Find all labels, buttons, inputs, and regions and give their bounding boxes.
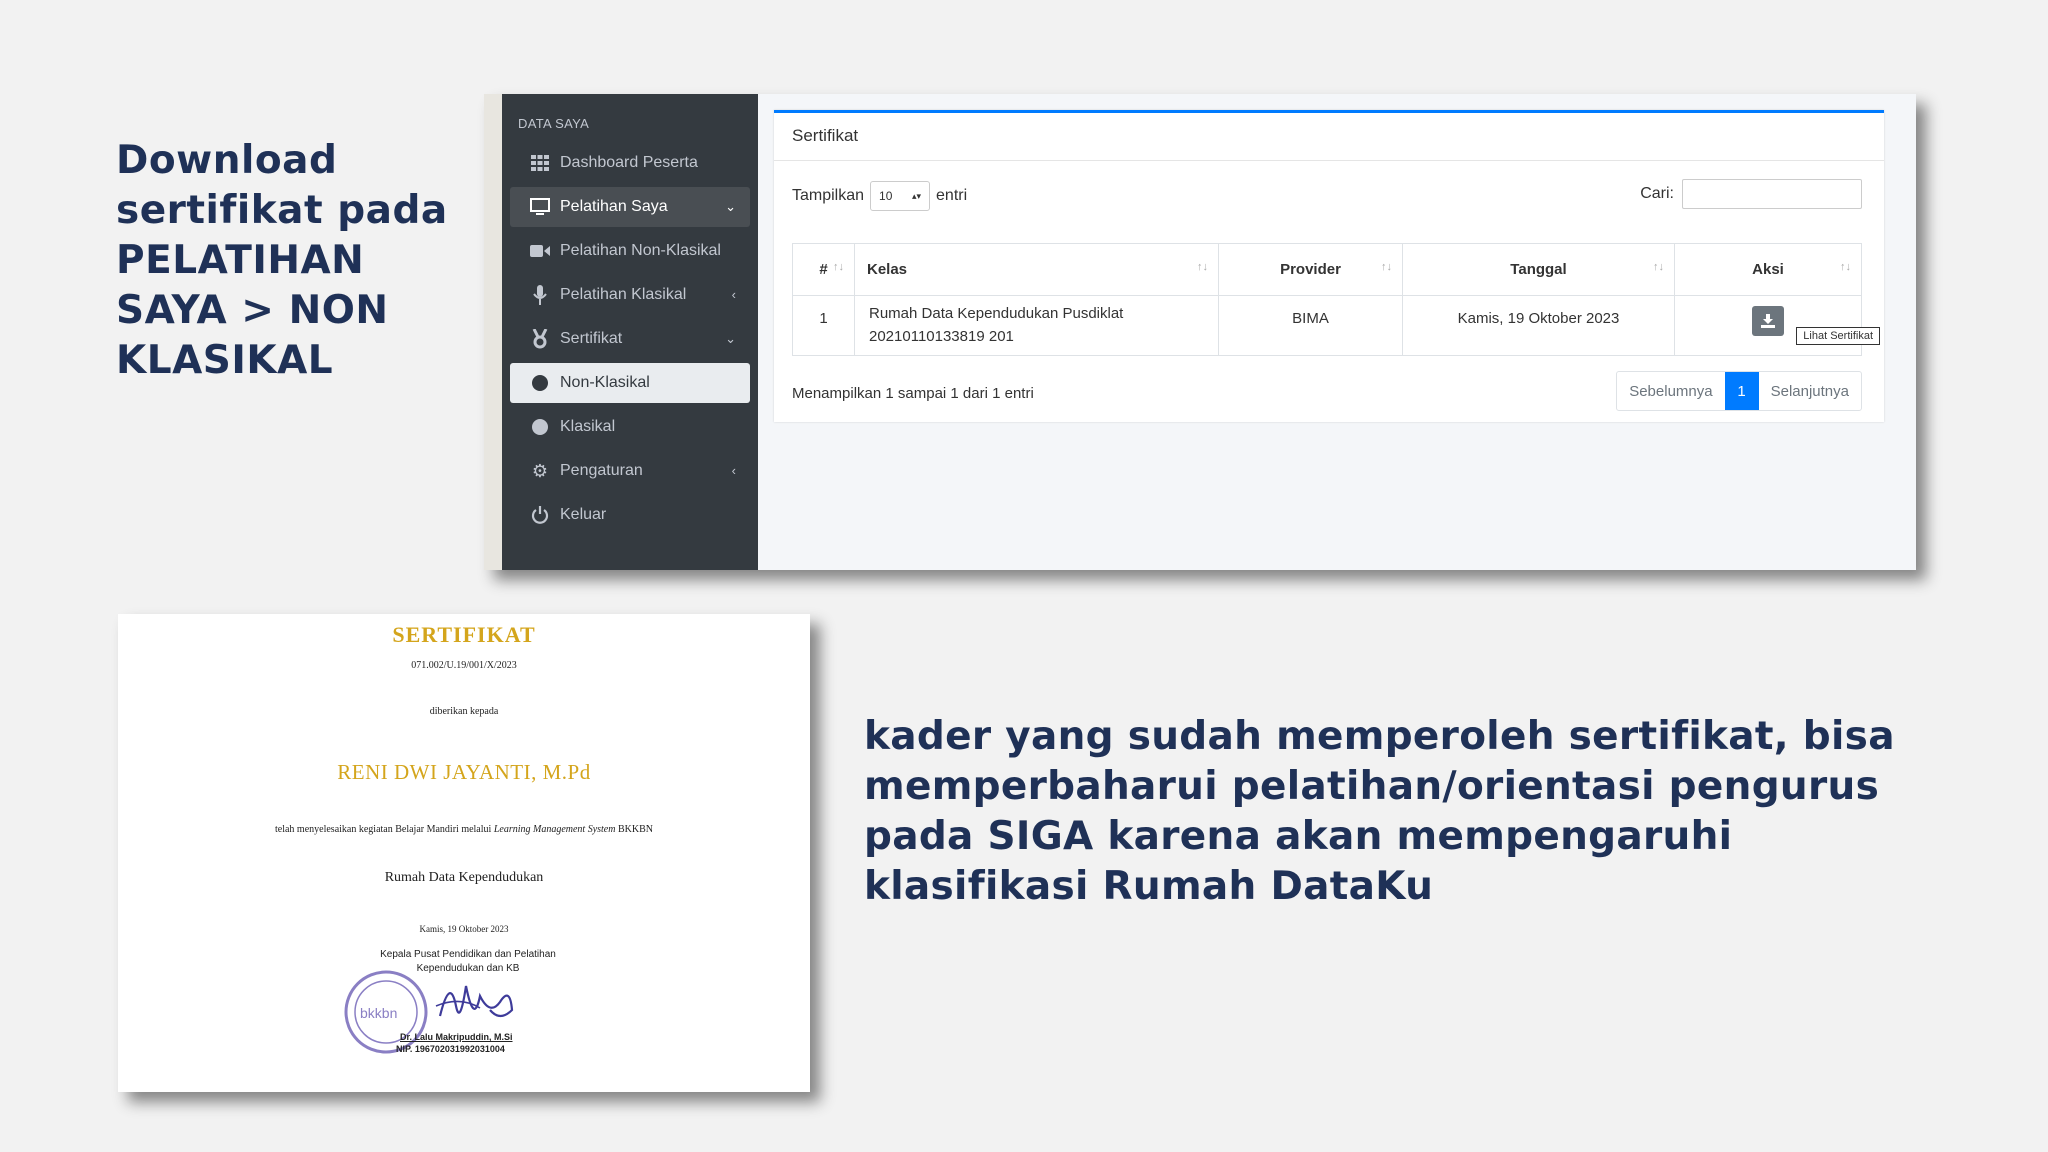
- updown-icon: ▴▾: [911, 190, 922, 201]
- sidebar-item-label: Pengaturan: [560, 462, 643, 479]
- cell-provider: BIMA: [1218, 295, 1403, 356]
- certificate-card: Sertifikat Tampilkan 10 ▴▾ entri Cari: #…: [774, 110, 1884, 422]
- award-icon: [530, 329, 550, 349]
- sidebar-header: DATA SAYA: [518, 116, 590, 131]
- search-input[interactable]: [1682, 179, 1862, 209]
- tooltip: Lihat Sertifikat: [1796, 327, 1880, 345]
- pagination: Sebelumnya 1 Selanjutnya: [1616, 371, 1862, 411]
- chevron-down-icon: ⌄: [725, 331, 736, 346]
- search-control: Cari:: [1640, 179, 1862, 209]
- sidebar-item-label: Non-Klasikal: [560, 374, 650, 391]
- certificate-image: SERTIFIKAT 071.002/U.19/001/X/2023 diber…: [118, 614, 810, 1092]
- column-header-no[interactable]: # ↑↓: [792, 243, 855, 296]
- sidebar: DATA SAYA Dashboard Peserta Pelatihan Sa…: [502, 94, 758, 570]
- sidebar-item-label: Dashboard Peserta: [560, 154, 698, 171]
- window-edge: [484, 94, 502, 570]
- signer-name: Dr. Lalu Makripuddin, M.Si: [400, 1032, 513, 1042]
- certificate-title: SERTIFIKAT: [392, 622, 536, 647]
- monitor-icon: [530, 197, 550, 217]
- prev-button[interactable]: Sebelumnya: [1617, 372, 1724, 410]
- length-control: Tampilkan 10 ▴▾ entri: [792, 181, 967, 211]
- kelas-code: 20210110133819 201: [869, 328, 1014, 345]
- sidebar-item-label: Klasikal: [560, 418, 616, 435]
- cell-no: 1: [792, 295, 855, 356]
- headline-top: Download sertifikat pada PELATIHAN SAYA …: [116, 138, 448, 383]
- certificate-table: # ↑↓ Kelas ↑↓ Provider ↑↓ Tanggal ↑↓ Aksi ↑↓ …: [792, 243, 1862, 356]
- column-header-tanggal[interactable]: Tanggal ↑↓: [1402, 243, 1675, 296]
- sidebar-item-keluar[interactable]: Keluar: [510, 495, 750, 535]
- sidebar-item-pelatihan-saya[interactable]: Pelatihan Saya ⌄: [510, 187, 750, 227]
- cell-kelas: Rumah Data Kependudukan Pusdiklat 202101…: [854, 295, 1219, 356]
- sidebar-item-label: Pelatihan Klasikal: [560, 286, 687, 303]
- table-row: 1 Rumah Data Kependudukan Pusdiklat 2021…: [792, 295, 1862, 356]
- sort-icon: ↑↓: [1840, 261, 1851, 273]
- video-icon: [530, 241, 550, 261]
- headline-bottom: kader yang sudah memperoleh sertifikat, …: [864, 714, 1895, 909]
- cell-aksi: [1674, 295, 1862, 356]
- sidebar-item-sertifikat[interactable]: Sertifikat ⌄: [510, 319, 750, 359]
- table-info: Menampilkan 1 sampai 1 dari 1 entri: [792, 385, 1034, 402]
- certificate-date: Kamis, 19 Oktober 2023: [419, 924, 509, 934]
- next-button[interactable]: Selanjutnya: [1759, 372, 1861, 410]
- microphone-icon: [530, 285, 550, 305]
- length-select[interactable]: 10 ▴▾: [870, 181, 931, 211]
- column-header-kelas[interactable]: Kelas ↑↓: [854, 243, 1219, 296]
- grid-icon: [530, 153, 550, 173]
- circle-icon: [530, 417, 550, 437]
- sidebar-item-pelatihan-klasikal[interactable]: Pelatihan Klasikal ‹: [510, 275, 750, 315]
- download-icon: [1761, 314, 1775, 328]
- certificate-given-to: diberikan kepada: [429, 706, 499, 717]
- chevron-left-icon: ‹: [731, 463, 736, 478]
- sidebar-item-label: Keluar: [560, 506, 607, 523]
- page-button-1[interactable]: 1: [1724, 372, 1759, 410]
- search-label: Cari:: [1640, 185, 1674, 202]
- kelas-title: Rumah Data Kependudukan Pusdiklat: [869, 305, 1124, 322]
- app-screenshot: DATA SAYA Dashboard Peserta Pelatihan Sa…: [484, 94, 1916, 570]
- certificate-description: telah menyelesaikan kegiatan Belajar Man…: [275, 824, 653, 835]
- chevron-down-icon: ⌄: [725, 199, 736, 214]
- svg-text:bkkbn: bkkbn: [360, 1005, 397, 1021]
- sidebar-item-label: Pelatihan Saya: [560, 198, 668, 215]
- sidebar-item-dashboard[interactable]: Dashboard Peserta: [510, 143, 750, 183]
- column-header-aksi[interactable]: Aksi ↑↓: [1674, 243, 1862, 296]
- cell-tanggal: Kamis, 19 Oktober 2023: [1402, 295, 1675, 356]
- sort-icon: ↑↓: [1381, 261, 1392, 273]
- recipient-name: RENI DWI JAYANTI, M.Pd: [337, 760, 591, 784]
- sidebar-item-pengaturan[interactable]: ⚙ Pengaturan ‹: [510, 451, 750, 491]
- sort-icon: ↑↓: [1653, 261, 1664, 273]
- download-button[interactable]: [1752, 306, 1784, 336]
- card-title: Sertifikat: [774, 113, 1884, 161]
- power-icon: [530, 505, 550, 525]
- sidebar-item-label: Pelatihan Non-Klasikal: [560, 242, 721, 259]
- signer-nip: NIP. 196702031992031004: [396, 1044, 505, 1054]
- chevron-left-icon: ‹: [731, 287, 736, 302]
- sort-icon: ↑↓: [1197, 261, 1208, 273]
- gear-icon: ⚙: [531, 460, 549, 481]
- entries-label: entri: [936, 187, 968, 204]
- sidebar-item-non-klasikal[interactable]: Non-Klasikal: [510, 363, 750, 403]
- sidebar-item-pelatihan-non-klasikal[interactable]: Pelatihan Non-Klasikal: [510, 231, 750, 271]
- course-name: Rumah Data Kependudukan: [384, 870, 544, 885]
- sidebar-item-label: Sertifikat: [560, 330, 623, 347]
- certificate-number: 071.002/U.19/001/X/2023: [411, 660, 517, 671]
- length-value: 10: [879, 189, 893, 203]
- table-controls: Tampilkan 10 ▴▾ entri Cari:: [774, 161, 1884, 229]
- sidebar-item-klasikal[interactable]: Klasikal: [510, 407, 750, 447]
- show-label: Tampilkan: [792, 187, 865, 204]
- sort-icon: ↑↓: [833, 261, 844, 273]
- column-header-provider[interactable]: Provider ↑↓: [1218, 243, 1403, 296]
- circle-icon: [530, 373, 550, 393]
